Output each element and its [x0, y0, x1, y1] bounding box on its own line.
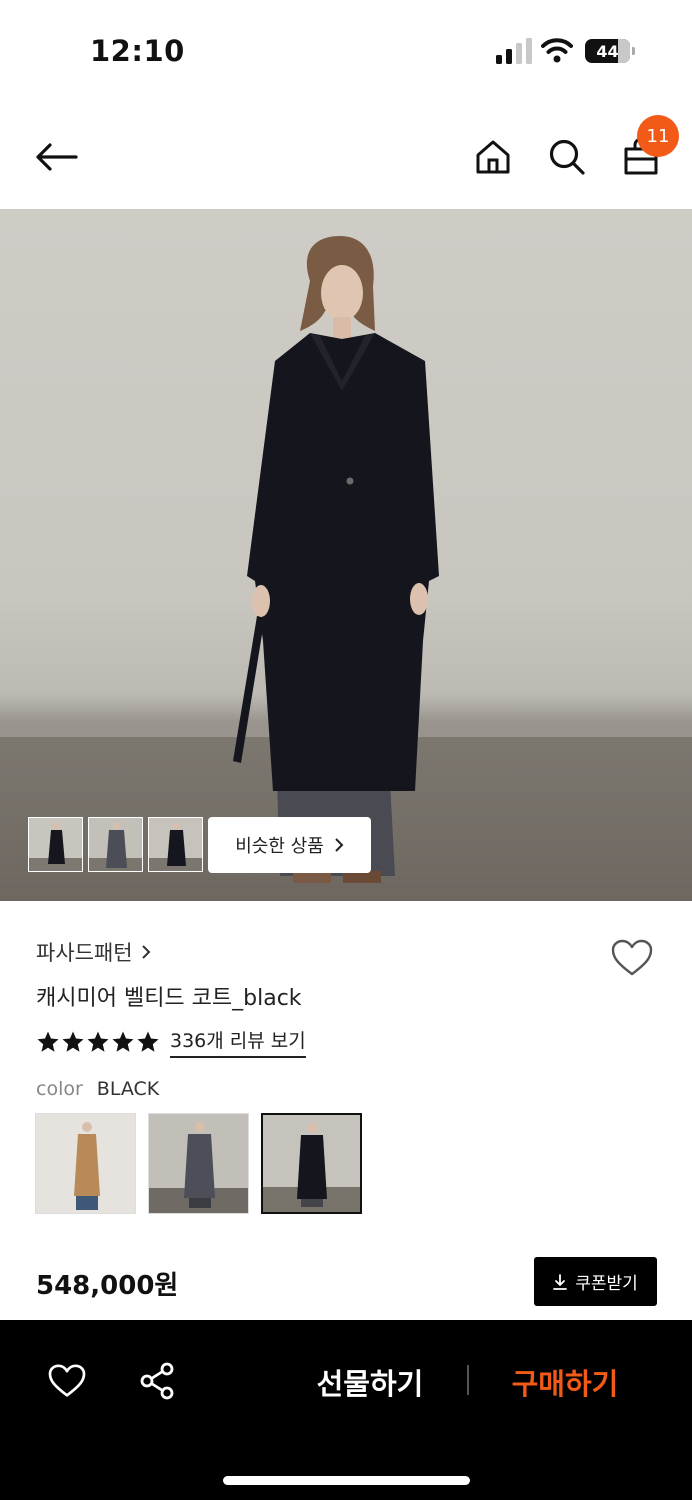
star-icon	[112, 1031, 134, 1052]
status-time: 12:10	[90, 34, 185, 68]
color-label: color	[36, 1078, 83, 1100]
color-swatches	[35, 1113, 362, 1214]
status-bar: 12:10 44	[0, 0, 692, 100]
buy-button[interactable]: 구매하기	[490, 1360, 640, 1404]
chevron-right-icon	[141, 945, 151, 959]
gallery-thumbnail[interactable]	[28, 817, 83, 872]
back-button[interactable]	[28, 132, 84, 182]
gift-button[interactable]: 선물하기	[290, 1360, 450, 1404]
star-icon	[62, 1031, 84, 1052]
home-indicator	[223, 1476, 470, 1485]
coupon-button[interactable]: 쿠폰받기	[534, 1257, 657, 1306]
top-nav-bar	[0, 110, 692, 208]
share-button[interactable]	[134, 1358, 180, 1404]
star-icon	[87, 1031, 109, 1052]
similar-products-button[interactable]: 비슷한 상품	[208, 817, 371, 873]
color-swatch-grey[interactable]	[148, 1113, 249, 1214]
heart-icon	[611, 939, 653, 976]
wifi-icon	[541, 38, 573, 63]
gallery-thumbnail[interactable]	[148, 817, 203, 872]
battery-level: 44	[596, 41, 619, 61]
battery-icon: 44	[585, 39, 635, 63]
color-selection-label: color BLACK	[36, 1078, 159, 1100]
star-icon	[37, 1031, 59, 1052]
product-main-image[interactable]: 비슷한 상품	[0, 209, 692, 901]
back-arrow-icon	[36, 143, 78, 171]
gallery-thumbnail[interactable]	[88, 817, 143, 872]
search-icon	[549, 139, 585, 175]
coupon-label: 쿠폰받기	[575, 1274, 638, 1294]
similar-products-label: 비슷한 상품	[235, 836, 324, 857]
color-swatch-camel[interactable]	[35, 1113, 136, 1214]
bottom-wishlist-button[interactable]	[44, 1358, 90, 1404]
color-swatch-black[interactable]	[261, 1113, 362, 1214]
wishlist-button[interactable]	[606, 932, 658, 984]
brand-name: 파사드패턴	[36, 941, 133, 965]
chevron-right-icon	[335, 838, 344, 852]
bottom-action-bar: 선물하기 구매하기	[0, 1320, 692, 1500]
signal-icon	[496, 38, 532, 64]
model-figure	[233, 236, 439, 883]
button-divider	[467, 1365, 469, 1395]
color-value: BLACK	[96, 1078, 160, 1100]
home-icon	[476, 140, 510, 174]
download-icon	[553, 1273, 568, 1290]
search-button[interactable]	[542, 132, 592, 182]
product-name: 캐시미어 벨티드 코트_black	[36, 986, 302, 1011]
heart-icon	[48, 1364, 86, 1397]
review-link[interactable]: 336개 리뷰 보기	[170, 1026, 306, 1058]
share-icon	[140, 1362, 174, 1400]
star-rating	[36, 1030, 160, 1054]
thumbnail-strip	[28, 817, 203, 873]
rating-row: 336개 리뷰 보기	[36, 1026, 306, 1058]
star-icon	[137, 1031, 159, 1052]
home-button[interactable]	[468, 132, 518, 182]
brand-link[interactable]: 파사드패턴	[36, 937, 151, 967]
cart-count-badge: 11	[637, 115, 679, 157]
product-price: 548,000원	[36, 1271, 179, 1301]
